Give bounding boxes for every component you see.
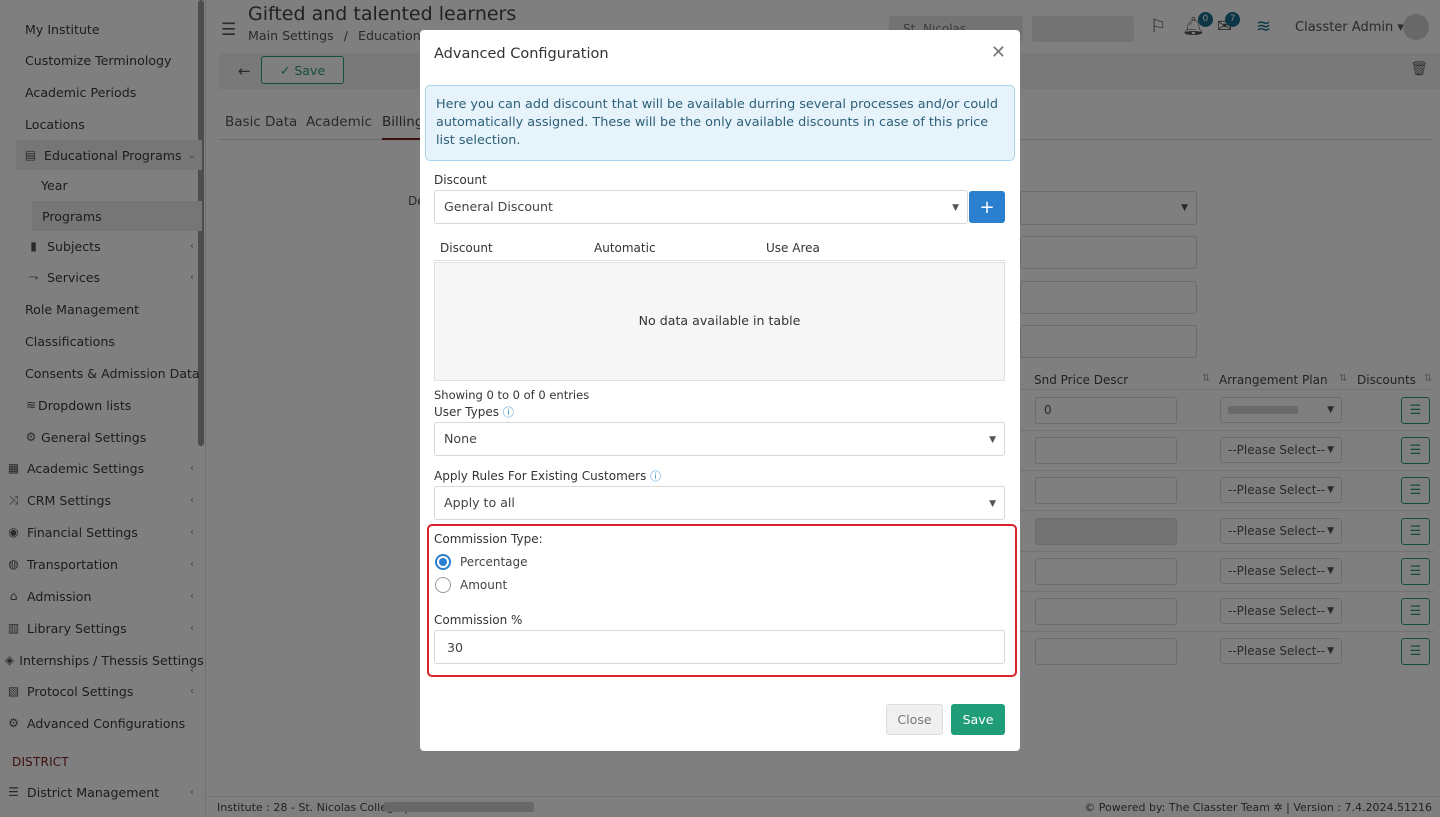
user-types-select[interactable]: None ▼ [434,422,1005,456]
apply-rules-label: Apply Rules For Existing Customers ⓘ [434,469,662,483]
radio-checked-icon[interactable] [435,554,451,570]
modal-title: Advanced Configuration [434,46,609,62]
commission-pct-input[interactable]: 30 [434,630,1005,664]
discount-table-body: No data available in table [434,262,1005,381]
close-icon[interactable]: ✕ [991,42,1006,63]
table-header-line [434,260,1005,261]
advanced-configuration-modal: Advanced Configuration ✕ Here you can ad… [420,30,1020,751]
commission-pct-label: Commission % [434,613,523,627]
info-icon[interactable]: ⓘ [503,406,514,419]
apply-rules-select[interactable]: Apply to all ▼ [434,486,1005,520]
commission-type-label: Commission Type: [434,532,543,546]
modal-close-button[interactable]: Close [886,704,943,735]
info-alert: Here you can add discount that will be a… [425,85,1015,161]
table-header-use-area[interactable]: Use Area [766,241,820,255]
radio-amount[interactable]: Amount [435,577,507,593]
empty-table-message: No data available in table [638,313,801,328]
table-entries-info: Showing 0 to 0 of 0 entries [434,388,590,402]
radio-percentage[interactable]: Percentage [435,554,528,570]
discount-label: Discount [434,173,487,187]
discount-select[interactable]: General Discount ▼ [434,190,968,224]
table-header-discount[interactable]: Discount [440,241,493,255]
chevron-down-icon: ▼ [952,203,959,213]
radio-unchecked-icon[interactable] [435,577,451,593]
modal-save-button[interactable]: Save [951,704,1005,735]
info-icon[interactable]: ⓘ [650,470,661,483]
plus-icon: + [979,196,995,218]
table-header-automatic[interactable]: Automatic [594,241,656,255]
chevron-down-icon: ▼ [989,499,996,509]
chevron-down-icon: ▼ [989,435,996,445]
user-types-label: User Types ⓘ [434,405,514,419]
add-discount-button[interactable]: + [969,191,1005,223]
